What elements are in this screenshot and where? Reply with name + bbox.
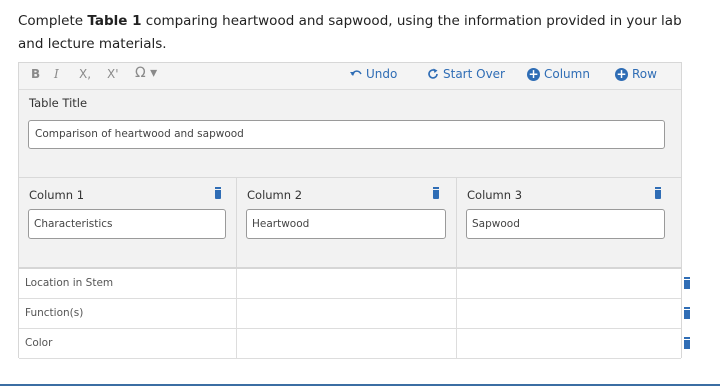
editor-toolbar: B I X, X' Ω ▾ Undo Start Over + Column +… — [19, 63, 681, 89]
add-row-label: Row — [632, 67, 657, 81]
bottom-divider — [0, 384, 720, 386]
superscript-button[interactable]: X' — [107, 67, 119, 81]
plus-circle-icon: + — [615, 66, 628, 81]
undo-button[interactable]: Undo — [350, 67, 397, 81]
delete-column-1-icon[interactable] — [215, 187, 221, 199]
cell-divider — [236, 299, 237, 329]
prompt-text-start: Complete — [18, 13, 88, 29]
table-editor: B I X, X' Ω ▾ Undo Start Over + Column +… — [18, 62, 682, 359]
add-column-button[interactable]: + Column — [527, 67, 590, 81]
plus-circle-icon: + — [527, 66, 540, 81]
column-header-3: Column 3 Sapwood — [457, 178, 681, 268]
column-1-header-input[interactable]: Characteristics — [28, 209, 226, 239]
cell-divider — [456, 329, 457, 359]
bold-button[interactable]: B — [31, 67, 40, 81]
table-row: Function(s) — [19, 299, 681, 329]
row-3-label[interactable]: Color — [25, 337, 52, 349]
column-1-label: Column 1 — [29, 188, 85, 202]
table-title-input[interactable]: Comparison of heartwood and sapwood — [28, 120, 665, 149]
table-title-label: Table Title — [29, 96, 88, 110]
cell-divider — [236, 329, 237, 359]
cell-divider — [456, 299, 457, 329]
question-prompt: Complete Table 1 comparing heartwood and… — [18, 10, 708, 56]
refresh-icon — [428, 68, 438, 79]
delete-row-2-icon[interactable] — [684, 307, 690, 319]
delete-column-2-icon[interactable] — [433, 187, 439, 199]
delete-row-3-icon[interactable] — [684, 337, 690, 349]
subscript-button[interactable]: X, — [79, 67, 91, 81]
column-2-label: Column 2 — [247, 188, 303, 202]
row-2-label[interactable]: Function(s) — [25, 307, 83, 319]
special-character-menu[interactable]: Ω ▾ — [135, 65, 157, 81]
column-header-2: Column 2 Heartwood — [237, 178, 456, 268]
italic-button[interactable]: I — [54, 67, 59, 81]
column-header-1: Column 1 Characteristics — [19, 178, 235, 268]
delete-column-3-icon[interactable] — [655, 187, 661, 199]
column-3-label: Column 3 — [467, 188, 523, 202]
column-3-header-input[interactable]: Sapwood — [466, 209, 665, 239]
delete-row-1-icon[interactable] — [684, 277, 690, 289]
toolbar-divider — [19, 89, 681, 90]
table-row: Color — [19, 329, 681, 359]
table-row: Location in Stem — [19, 269, 681, 299]
add-column-label: Column — [544, 67, 590, 81]
cell-divider — [456, 269, 457, 299]
undo-icon — [350, 70, 362, 76]
start-over-button[interactable]: Start Over — [427, 67, 505, 81]
prompt-bold-table-ref: Table 1 — [87, 13, 142, 29]
row-1-label[interactable]: Location in Stem — [25, 277, 113, 289]
start-over-label: Start Over — [443, 67, 505, 81]
cell-divider — [236, 269, 237, 299]
undo-label: Undo — [366, 67, 398, 81]
column-2-header-input[interactable]: Heartwood — [246, 209, 446, 239]
add-row-button[interactable]: + Row — [615, 67, 657, 81]
